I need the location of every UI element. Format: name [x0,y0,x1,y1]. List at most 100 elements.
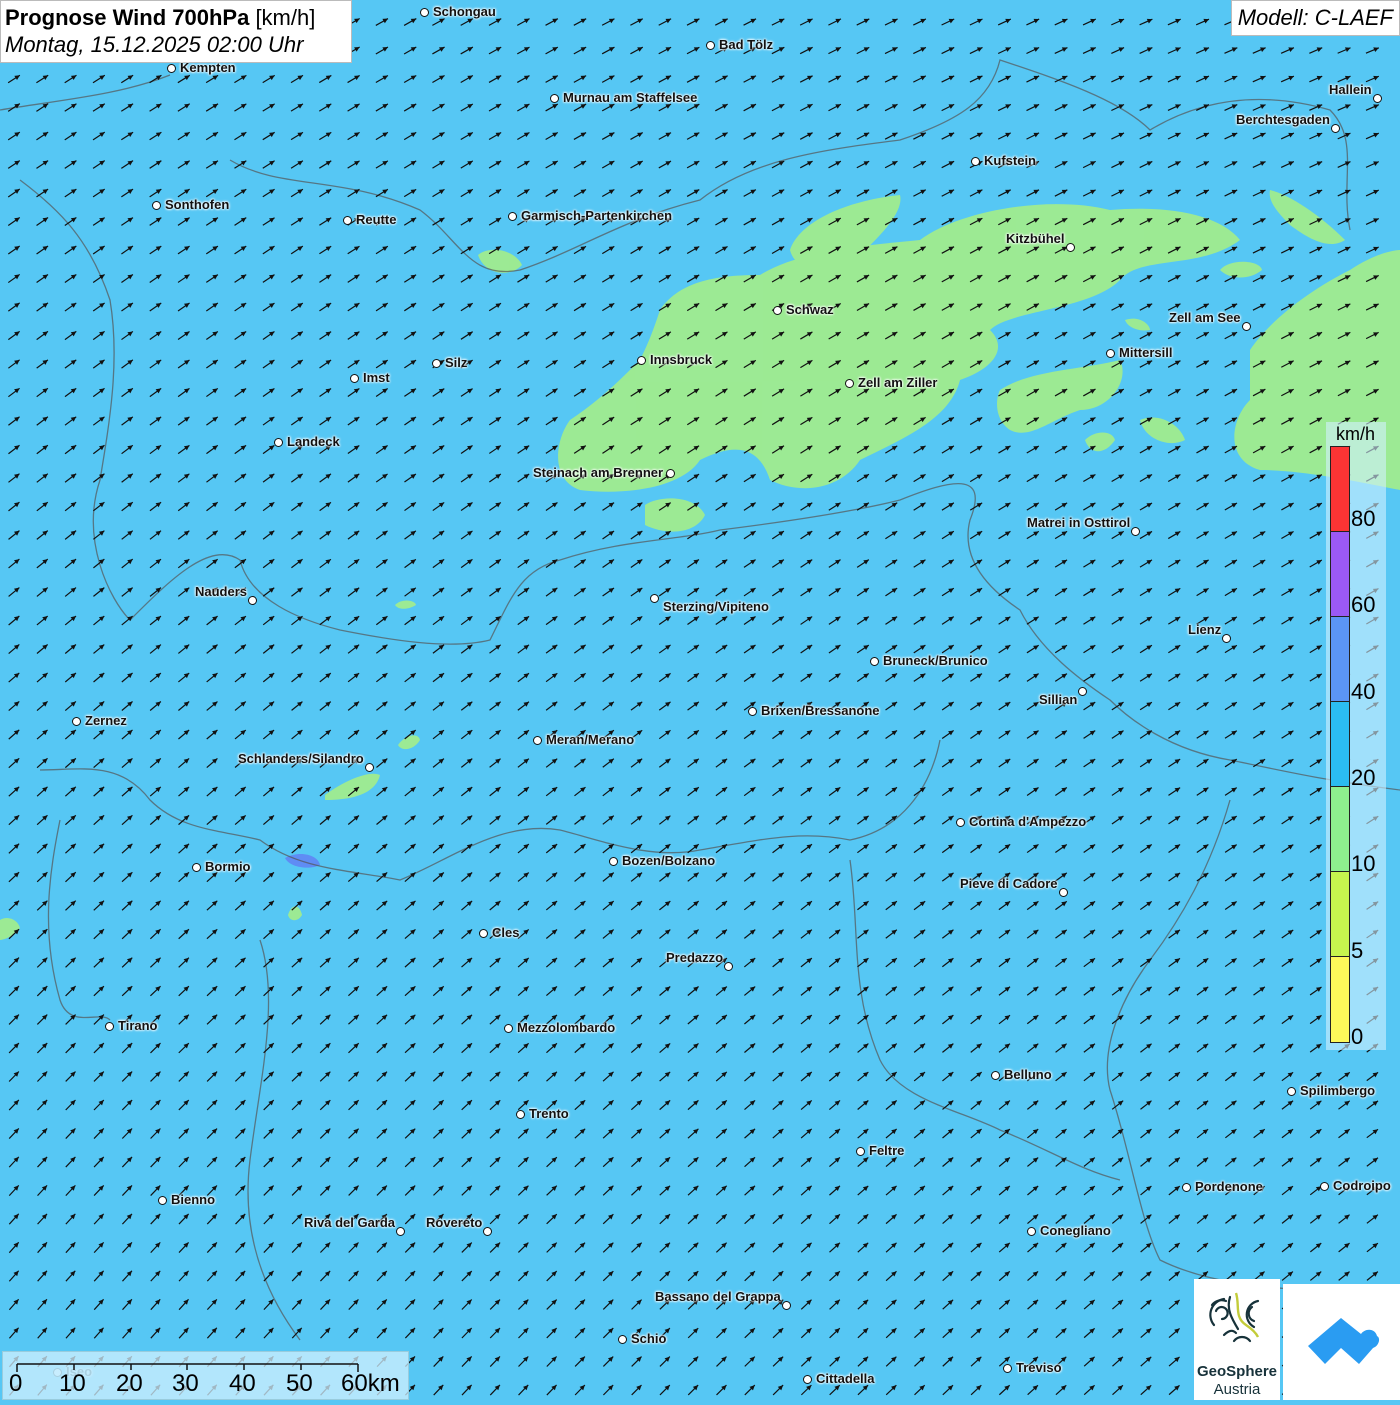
legend-label: 80 [1351,506,1375,532]
scale-label: 40 [229,1370,256,1398]
city-label: Brixen/Bressanone [761,703,880,718]
city-marker [1182,1183,1191,1192]
scale-label: 20 [116,1370,143,1398]
legend-label: 10 [1351,851,1375,877]
geosphere-austria-logo[interactable]: GeoSphere Austria [1194,1279,1280,1400]
city-label: Landeck [287,434,340,449]
city-label: Bad Tölz [719,37,773,52]
city-marker [1066,243,1075,252]
forecast-datetime: Montag, 15.12.2025 02:00 Uhr [5,31,347,59]
city-marker [350,374,359,383]
austria-text: Austria [1194,1381,1280,1398]
city-label: Conegliano [1040,1223,1111,1238]
city-label: Schlanders/Silandro [238,751,364,766]
city-marker [1059,888,1068,897]
legend-label: 20 [1351,765,1375,791]
city-marker [72,717,81,726]
legend-color-segment [1331,872,1349,957]
city-label: Bienno [171,1192,215,1207]
scale-bar: 0102030405060km [2,1351,409,1400]
city-label: Trento [529,1106,569,1121]
legend-color-bar [1330,446,1350,1043]
scale-label: 0 [9,1370,22,1398]
city-label: Matrei in Osttirol [1027,515,1130,530]
city-label: Berchtesgaden [1236,112,1330,127]
city-label: Kempten [180,60,236,75]
city-label: Rovereto [426,1215,482,1230]
app-logo[interactable] [1283,1284,1400,1400]
legend-label: 0 [1351,1024,1363,1050]
city-marker [420,8,429,17]
city-marker [1078,687,1087,696]
city-label: Kufstein [984,153,1036,168]
city-marker [192,863,201,872]
city-label: Bruneck/Brunico [883,653,988,668]
scale-label: 10 [59,1370,86,1398]
city-marker [479,929,488,938]
city-marker [1106,349,1115,358]
city-marker [956,818,965,827]
legend-color-segment [1331,702,1349,787]
geosphere-text: GeoSphere [1194,1363,1280,1380]
city-label: Sillian [1039,692,1077,707]
map-title: Prognose Wind 700hPa [5,5,249,30]
legend-label: 40 [1351,679,1375,705]
color-legend: km/h 806040201050 [1326,422,1386,1050]
city-marker [618,1335,627,1344]
city-marker [666,469,675,478]
city-marker [856,1147,865,1156]
city-marker [1287,1087,1296,1096]
city-marker [650,594,659,603]
city-marker [637,356,646,365]
legend-color-segment [1331,447,1349,532]
city-label: Lienz [1188,622,1221,637]
city-label: Nauders [195,584,247,599]
city-label: Murnau am Staffelsee [563,90,697,105]
legend-color-segment [1331,787,1349,872]
city-marker [724,962,733,971]
city-marker [782,1301,791,1310]
city-label: Steinach am Brenner [533,465,663,480]
city-label: Cittadella [816,1371,875,1386]
city-label: Zell am Ziller [858,375,937,390]
city-label: Kitzbühel [1006,231,1065,246]
city-marker [396,1227,405,1236]
city-label: Cles [492,925,519,940]
city-marker [803,1375,812,1384]
city-label: Mittersill [1119,345,1172,360]
city-label: Silz [445,355,467,370]
house-cloud-icon [1283,1284,1400,1400]
city-label: Riva del Garda [304,1215,395,1230]
city-marker [1027,1227,1036,1236]
city-marker [748,707,757,716]
city-label: Meran/Merano [546,732,634,747]
legend-color-segment [1331,617,1349,702]
city-marker [1222,634,1231,643]
city-label: Tirano [118,1018,158,1033]
city-marker [274,438,283,447]
city-label: Cortina d'Ampezzo [969,814,1086,829]
city-label: Codroipo [1333,1178,1391,1193]
city-marker [1373,94,1382,103]
legend-color-segment [1331,957,1349,1042]
city-label: Sonthofen [165,197,229,212]
scale-label: 30 [172,1370,199,1398]
title-box: Prognose Wind 700hPa [km/h] Montag, 15.1… [0,0,352,63]
city-marker [105,1022,114,1031]
city-label: Sterzing/Vipiteno [663,599,769,614]
city-label: Treviso [1016,1360,1062,1375]
city-label: Innsbruck [650,352,712,367]
legend-label: 5 [1351,938,1363,964]
city-label: Zell am See [1169,310,1241,325]
city-marker [1242,322,1251,331]
city-marker [609,857,618,866]
city-label: Garmisch-Partenkirchen [521,208,672,223]
city-marker [432,359,441,368]
city-marker [773,306,782,315]
legend-unit: km/h [1336,424,1375,445]
city-marker [845,379,854,388]
city-label: Pieve di Cadore [960,876,1058,891]
city-label: Mezzolombardo [517,1020,615,1035]
city-label: Pordenone [1195,1179,1263,1194]
city-label: Spilimbergo [1300,1083,1375,1098]
